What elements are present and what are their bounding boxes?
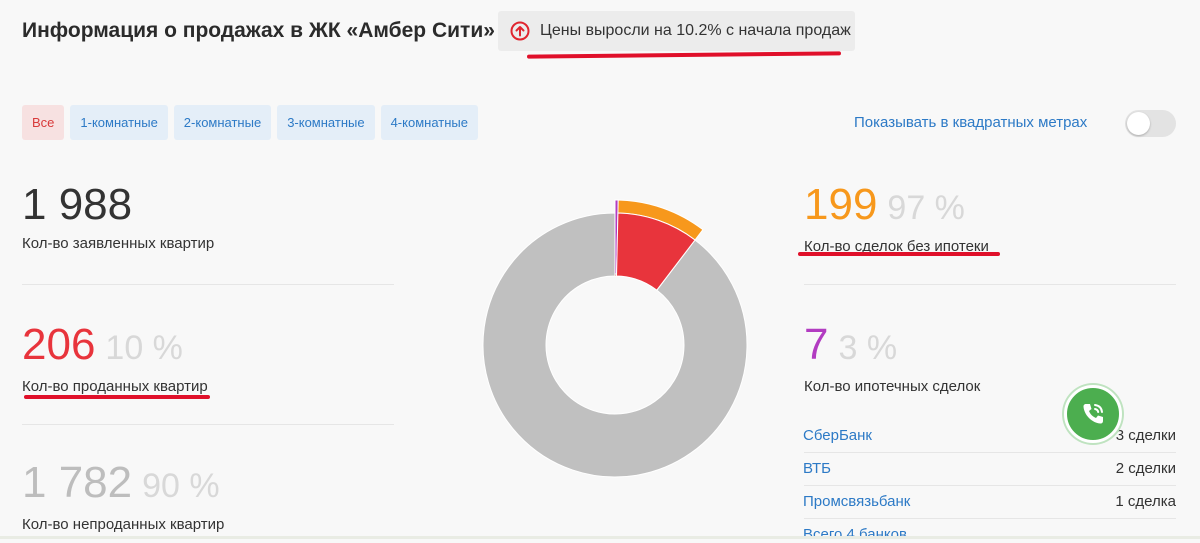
room-filter-tabs: Все 1-комнатные 2-комнатные 3-комнатные … (22, 105, 478, 140)
toggle-knob (1127, 112, 1150, 135)
unsold-value: 1 782 (22, 458, 133, 507)
price-growth-text: Цены выросли на 10.2% с начала продаж (540, 22, 851, 39)
filter-3-room[interactable]: 3-комнатные (277, 105, 375, 140)
divider (804, 452, 1176, 453)
bank-row: Промсвязьбанк 1 сделка (803, 493, 1176, 510)
mortgage-value: 7 (804, 320, 829, 369)
bank-deals: 1 сделка (1115, 493, 1176, 510)
divider (22, 284, 394, 285)
divider (22, 424, 394, 425)
filter-1-room[interactable]: 1-комнатные (70, 105, 168, 140)
divider (804, 518, 1176, 519)
banks-total-row: Всего 4 банков (803, 526, 1176, 543)
sold-label: Кол-во проданных квартир (22, 378, 208, 395)
mortgage-stat: 73 % Кол-во ипотечных сделок (804, 320, 981, 396)
unsold-stat: 1 782 90 % Кол-во непроданных квартир (22, 458, 225, 534)
sales-donut-chart (482, 199, 748, 478)
declared-stat: 1 988 Кол-во заявленных квартир (22, 180, 215, 253)
phone-icon (1078, 399, 1108, 429)
page-title: Информация о продажах в ЖК «Амбер Сити» (22, 19, 495, 42)
sold-value: 206 (22, 320, 96, 369)
unsold-percent: 90 % (142, 467, 220, 505)
filter-2-room[interactable]: 2-комнатные (173, 105, 272, 140)
sold-percent: 10 % (105, 329, 183, 367)
divider (804, 485, 1176, 486)
highlight-underline (526, 51, 842, 59)
bank-name-link[interactable]: ВТБ (803, 460, 831, 477)
sqm-toggle[interactable] (1125, 110, 1176, 137)
bank-deals: 3 сделки (1115, 427, 1176, 444)
highlight-underline (798, 252, 1000, 256)
no-mortgage-stat: 199 97 % Кол-во сделок без ипотеки (804, 180, 989, 256)
bank-row: ВТБ 2 сделки (803, 460, 1176, 477)
bank-row: СберБанк 3 сделки (803, 427, 1176, 444)
filter-4-room[interactable]: 4-комнатные (380, 105, 478, 140)
sqm-toggle-label[interactable]: Показывать в квадратных метрах (854, 114, 1087, 131)
no-mortgage-percent: 97 % (887, 189, 965, 227)
bank-name-link[interactable]: СберБанк (803, 427, 872, 444)
sold-stat: 206 10 % Кол-во проданных квартир (22, 320, 208, 396)
banks-total-link[interactable]: Всего 4 банков (803, 526, 907, 543)
no-mortgage-value: 199 (804, 180, 878, 229)
declared-label: Кол-во заявленных квартир (22, 235, 215, 252)
mortgage-label: Кол-во ипотечных сделок (804, 378, 981, 395)
arrow-up-circle-icon (510, 21, 530, 41)
filter-all[interactable]: Все (22, 105, 65, 140)
declared-value: 1 988 (22, 180, 133, 229)
bank-deals: 2 сделки (1115, 460, 1176, 477)
unsold-label: Кол-во непроданных квартир (22, 516, 225, 533)
mortgage-percent: 3 % (838, 329, 898, 367)
price-growth-badge: Цены выросли на 10.2% с начала продаж (498, 11, 855, 51)
divider (804, 284, 1176, 285)
highlight-underline (24, 395, 210, 399)
bank-name-link[interactable]: Промсвязьбанк (803, 493, 910, 510)
call-button[interactable] (1064, 385, 1122, 443)
